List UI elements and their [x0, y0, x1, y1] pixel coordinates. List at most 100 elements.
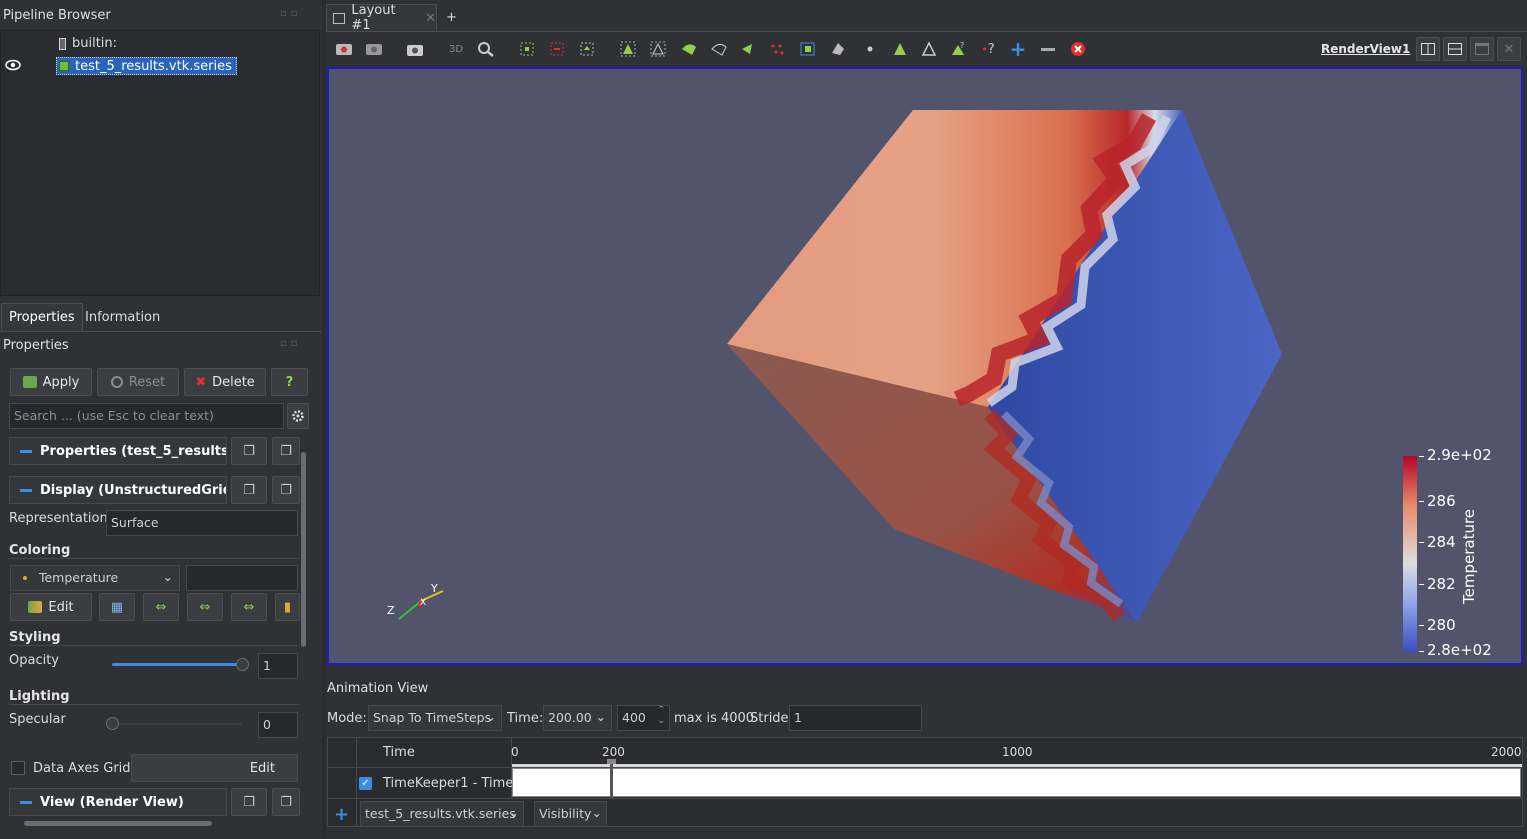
specular-field[interactable]: 0 — [258, 712, 298, 738]
select-polygon-cells-icon[interactable] — [679, 39, 699, 59]
time-select[interactable]: 200.00 ⌄ — [543, 705, 612, 731]
rendered-cube[interactable] — [329, 69, 1523, 665]
tab-properties[interactable]: Properties — [1, 303, 83, 331]
remove-icon[interactable] — [1038, 39, 1058, 59]
copy-icon[interactable]: ❐ — [231, 476, 267, 504]
property-select[interactable]: Visibility ⌄ — [534, 801, 607, 827]
legend-title: Temperature — [1460, 508, 1478, 604]
opacity-slider[interactable] — [112, 663, 242, 666]
representation-select[interactable]: Surface — [106, 510, 298, 536]
add-layout-tab-button[interactable]: + — [446, 10, 457, 25]
split-vertical-icon[interactable] — [1443, 37, 1467, 61]
gear-icon[interactable] — [287, 403, 309, 429]
close-icon[interactable]: ✕ — [425, 11, 436, 26]
render-view-name[interactable]: RenderView1 — [1321, 42, 1410, 56]
horizontal-scrollbar[interactable] — [9, 819, 299, 827]
time-scale-tick: 1000 — [1002, 745, 1033, 759]
properties-header: Properties — [3, 338, 69, 353]
spin-arrows-icon[interactable]: ⌃ ⌄ — [657, 706, 665, 727]
select-polygon-points-icon[interactable] — [709, 39, 729, 59]
select-points-on-icon[interactable] — [547, 39, 567, 59]
interactive-select-cells-icon[interactable] — [737, 39, 757, 59]
tree-item-dataset[interactable]: test_5_results.vtk.series — [56, 57, 237, 75]
select-points-through-icon[interactable] — [648, 39, 668, 59]
paste-icon[interactable]: ❐ — [272, 437, 300, 465]
apply-button[interactable]: Apply — [10, 368, 92, 396]
track-checkbox[interactable]: ✓ — [359, 777, 372, 790]
delete-button[interactable]: ✖ Delete — [184, 368, 266, 396]
split-horizontal-icon[interactable] — [1416, 37, 1440, 61]
clear-selection-icon[interactable] — [1068, 39, 1088, 59]
stride-field[interactable]: 1 — [789, 705, 922, 731]
dock-buttons[interactable]: ▫▫ — [280, 8, 302, 19]
scrollbar-thumb[interactable] — [301, 452, 306, 647]
copy-icon[interactable]: ❐ — [231, 788, 267, 816]
current-time-marker[interactable] — [610, 760, 613, 798]
hover-cells-icon[interactable] — [798, 39, 818, 59]
paste-icon[interactable]: ❐ — [272, 788, 300, 816]
render-view[interactable]: Y X Z 2.9e+02 286 284 282 280 2.8e+02 Te… — [327, 67, 1523, 665]
reset-camera-closest-icon[interactable] — [364, 39, 384, 59]
animation-track-table: Time 0 200 1000 2000 ✓ TimeKeeper1 - Tim… — [327, 737, 1523, 827]
splitter[interactable] — [322, 0, 326, 839]
opacity-field[interactable]: 1 — [258, 653, 298, 679]
section-display[interactable]: Display (UnstructuredGridRe — [9, 476, 227, 504]
copy-icon[interactable]: ❐ — [231, 437, 267, 465]
divider — [328, 798, 1522, 799]
edit-colormap-button[interactable]: Edit — [10, 593, 92, 621]
tab-layout-1[interactable]: Layout #1 ✕ — [326, 3, 437, 33]
select-block-icon[interactable] — [860, 39, 880, 59]
coloring-select[interactable]: Temperature ⌄ — [10, 565, 180, 591]
timestep-spinbox[interactable]: 400 ⌃ ⌄ — [617, 705, 670, 731]
axis-z-label: Z — [387, 604, 395, 617]
add-icon[interactable]: + — [1008, 37, 1028, 61]
hover-points-icon[interactable] — [828, 39, 848, 59]
vertical-scrollbar[interactable] — [300, 440, 307, 815]
select-frustum-icon[interactable] — [577, 39, 597, 59]
select-cells-on-icon[interactable] — [517, 39, 537, 59]
grow-selection-icon[interactable]: ? — [948, 39, 968, 59]
scrollbar-thumb[interactable] — [24, 821, 212, 826]
data-axes-grid-edit-button[interactable]: Edit — [131, 754, 298, 782]
search-input[interactable]: Search ... (use Esc to clear text) — [9, 403, 284, 429]
source-select[interactable]: test_5_results.vtk.series ⌄ — [360, 801, 524, 827]
specular-slider[interactable] — [112, 723, 242, 725]
choose-preset-icon[interactable]: ▦ — [99, 593, 135, 621]
plot-selection-icon[interactable] — [919, 39, 939, 59]
current-time-handle[interactable] — [607, 759, 616, 764]
close-view-icon[interactable]: ✕ — [1497, 37, 1521, 61]
mode-select[interactable]: Snap To TimeSteps ⌄ — [368, 705, 502, 731]
opacity-slider-handle[interactable] — [236, 658, 249, 671]
section-label: Properties (test_5_results.vt — [40, 443, 226, 459]
select-cells-through-icon[interactable] — [618, 39, 638, 59]
section-properties[interactable]: Properties (test_5_results.vt — [9, 437, 227, 465]
paste-icon[interactable]: ❐ — [272, 476, 300, 504]
dock-buttons[interactable]: ▫▫ — [280, 338, 302, 349]
data-axes-grid-checkbox[interactable] — [11, 761, 25, 775]
tab-information[interactable]: Information — [78, 304, 167, 332]
reset-button[interactable]: Reset — [97, 368, 179, 396]
extract-selection-icon[interactable] — [890, 39, 910, 59]
section-view[interactable]: View (Render View) — [9, 788, 227, 816]
find-data-icon[interactable]: •? — [978, 39, 998, 59]
zoom-to-box-icon[interactable] — [476, 39, 496, 59]
tree-item-builtin[interactable]: builtin: — [59, 36, 117, 51]
camera-icon[interactable] — [405, 39, 425, 59]
timestep-value: 400 — [622, 710, 646, 725]
time-track[interactable] — [512, 768, 1521, 797]
eye-icon[interactable] — [5, 59, 21, 75]
specular-slider-handle[interactable] — [106, 717, 119, 730]
coloring-title: Coloring — [9, 543, 71, 558]
rescale-temporal-icon[interactable]: ⇔ — [231, 593, 267, 621]
show-colorbar-icon[interactable]: ▮ — [275, 593, 300, 621]
interactive-select-points-icon[interactable] — [767, 39, 787, 59]
component-select[interactable] — [186, 565, 298, 591]
reset-camera-icon[interactable] — [334, 39, 354, 59]
track-name: TimeKeeper1 - Time — [383, 776, 514, 791]
rescale-custom-icon[interactable]: ⇔ — [187, 593, 223, 621]
add-track-icon[interactable]: + — [334, 804, 349, 825]
rescale-data-icon[interactable]: ⇔ — [143, 593, 179, 621]
toggle-3d-button[interactable]: 3D — [446, 39, 466, 59]
help-button[interactable]: ? — [271, 368, 308, 396]
maximize-icon[interactable] — [1470, 37, 1494, 61]
